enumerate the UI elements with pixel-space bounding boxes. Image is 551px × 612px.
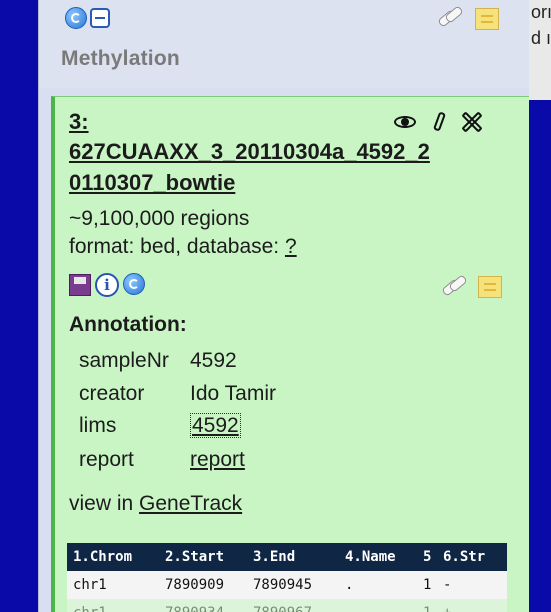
adjacent-text-fragment-top: orı <box>531 2 551 22</box>
table-cell: 7890934 <box>165 599 253 612</box>
view-eye-icon[interactable] <box>393 113 419 131</box>
methylation-header: Methylation <box>39 0 529 88</box>
track-name-link-line-2[interactable]: 0110307_bowtie <box>69 170 235 196</box>
tag-icon[interactable] <box>437 6 463 26</box>
table-header-cell: 6.Str <box>443 549 486 565</box>
annotation-heading: Annotation: <box>69 313 187 336</box>
refresh-icon[interactable] <box>65 7 87 29</box>
table-cell: 1 <box>423 599 443 612</box>
adjacent-panel-fragment: orı d ı <box>528 0 551 100</box>
view-in-row: view in GeneTrack <box>69 492 242 516</box>
table-cell: 7890909 <box>165 577 225 593</box>
note-icon[interactable] <box>475 8 499 30</box>
table-header-row: 1.Chrom 2.Start 3.End 4.Name 5 6.Str <box>67 543 507 571</box>
edit-pencil-icon[interactable] <box>429 111 449 133</box>
report-link[interactable]: report <box>190 448 245 471</box>
genetrack-link[interactable]: GeneTrack <box>139 492 242 515</box>
table-cell: . <box>345 577 354 593</box>
annotation-row-report: report report <box>79 448 245 472</box>
table-cell: + <box>443 599 503 612</box>
note-icon[interactable] <box>478 276 502 298</box>
tag-icon[interactable] <box>441 275 467 295</box>
section-title: Methylation <box>61 47 180 70</box>
genome-browser-viewport: orı d ı Methylation 3: 627CUAAXX_3_20110… <box>0 0 551 612</box>
track-panel: Methylation 3: 627CUAAXX_3_20110304a_459… <box>38 0 529 612</box>
table-row: chr178909347890967.1+ <box>67 599 507 612</box>
annotation-key: creator <box>79 382 145 405</box>
table-cell: - <box>443 577 452 593</box>
table-cell: 7890967 <box>253 599 345 612</box>
table-header-cell: 3.End <box>253 549 296 565</box>
data-preview-table: 1.Chrom 2.Start 3.End 4.Name 5 6.Str chr1 7890… <box>67 543 507 612</box>
table-header-cell: 2.Start <box>165 549 225 565</box>
annotation-key: report <box>79 448 134 471</box>
track-number-link[interactable]: 3: <box>69 109 89 135</box>
table-header-cell: 1.Chrom <box>73 549 133 565</box>
format-info: format: bed, database: ? <box>69 235 297 259</box>
format-label: format: bed, database: <box>69 235 285 258</box>
annotation-key: sampleNr <box>79 349 169 372</box>
table-cell: chr1 <box>73 599 165 612</box>
track-card: 3: 627CUAAXX_3_20110304a_4592_2 0110307_… <box>51 96 529 612</box>
refresh-track-icon[interactable] <box>123 273 145 295</box>
track-name-link-line-1[interactable]: 627CUAAXX_3_20110304a_4592_2 <box>69 139 430 165</box>
database-help-link[interactable]: ? <box>285 235 297 258</box>
table-header-cell: 4.Name <box>345 549 396 565</box>
table-cell: chr1 <box>73 577 107 593</box>
annotation-key: lims <box>79 414 117 437</box>
table-cell: . <box>345 599 423 612</box>
region-count: ~9,100,000 regions <box>69 207 250 230</box>
table-header-cell: 5 <box>423 549 432 565</box>
adjacent-text-fragment-bottom: d ı <box>531 28 551 48</box>
annotation-row-sample-nr: sampleNr 4592 <box>79 349 237 373</box>
info-icon[interactable]: i <box>95 273 119 297</box>
annotation-row-lims: lims 4592 <box>79 413 241 438</box>
table-cell: 1 <box>423 577 432 593</box>
lims-link[interactable]: 4592 <box>190 413 241 438</box>
save-icon[interactable] <box>69 274 91 296</box>
collapse-icon[interactable] <box>90 8 110 28</box>
view-in-label: view in <box>69 492 140 515</box>
table-cell: 7890945 <box>253 577 313 593</box>
annotation-value: Ido Tamir <box>190 382 276 405</box>
delete-icon[interactable] <box>460 111 484 133</box>
table-row: chr1 7890909 7890945. 1- <box>67 571 507 599</box>
annotation-row-creator: creator Ido Tamir <box>79 382 276 406</box>
annotation-value: 4592 <box>190 349 237 372</box>
